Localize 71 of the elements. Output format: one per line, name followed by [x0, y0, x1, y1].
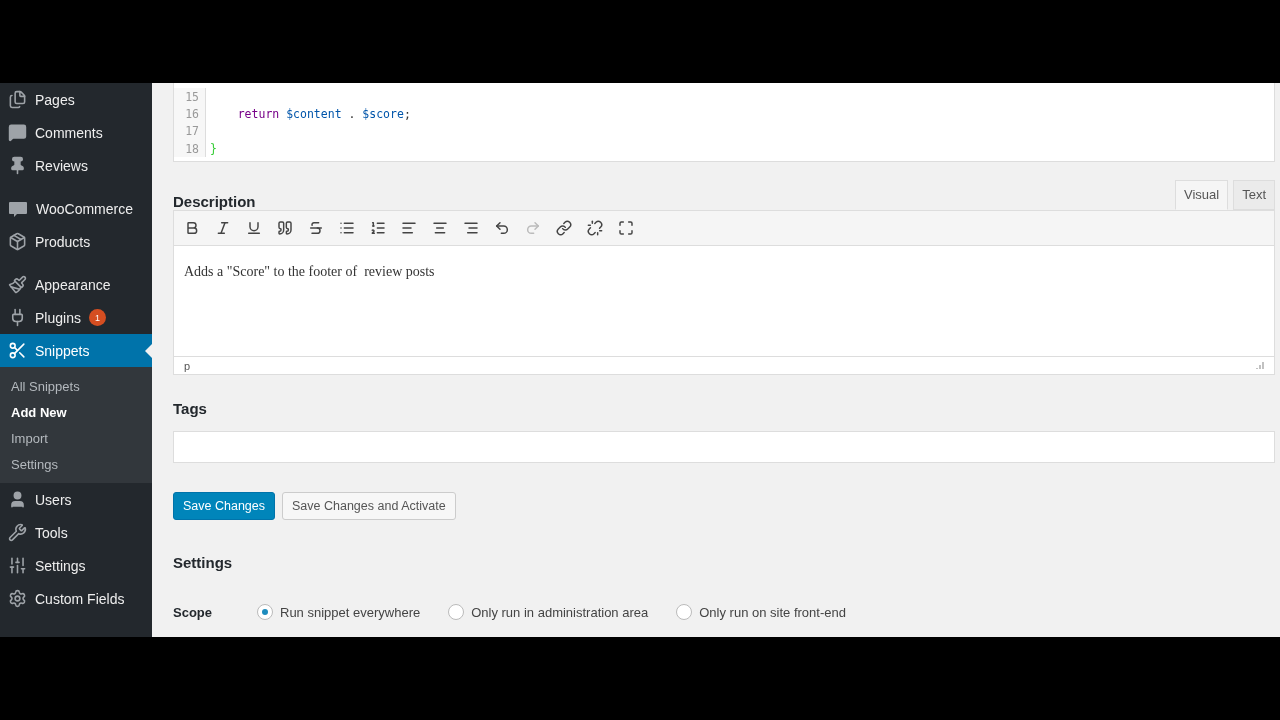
section-heading: Settings — [173, 554, 234, 572]
redo-icon — [524, 220, 541, 237]
box-icon — [8, 232, 27, 251]
sidebar-item[interactable]: Users — [0, 483, 152, 516]
sidebar-item[interactable]: Appearance — [0, 268, 152, 301]
sidebar-item[interactable]: Comments — [0, 116, 152, 149]
underline-icon — [245, 220, 262, 237]
sidebar-item-label: Plugins — [35, 309, 81, 326]
sidebar-item-label: Reviews — [35, 157, 88, 174]
strikethrough-icon — [307, 220, 324, 237]
radio-label: Only run in administration area — [471, 604, 649, 620]
numbered-list-icon — [369, 220, 386, 237]
tags-field[interactable] — [173, 431, 1275, 464]
sidebar-item-label: WooCommerce — [36, 200, 133, 217]
sidebar-item-label: Pages — [35, 91, 75, 108]
scissors-icon — [8, 341, 27, 360]
sidebar-item-label: Custom Fields — [35, 590, 125, 607]
radio-label: Only run on site front-end — [699, 604, 846, 620]
sidebar-item[interactable]: Products — [0, 225, 152, 258]
code-line: } — [209, 141, 217, 156]
unlink-icon — [586, 220, 603, 237]
gear-icon — [8, 589, 27, 608]
user-icon — [8, 490, 27, 509]
sidebar-item[interactable]: Snippets — [0, 334, 152, 367]
speech-bubble-icon — [8, 123, 27, 142]
submenu-item[interactable]: Import — [0, 425, 152, 451]
sidebar-item[interactable]: Tools — [0, 516, 152, 549]
sliders-icon — [8, 556, 27, 575]
submenu-item[interactable]: Settings — [0, 451, 152, 477]
editor-tab[interactable]: Text — [1233, 180, 1275, 211]
code-editor[interactable]: 15 16 return $content . $score; 17 18 } — [173, 83, 1275, 163]
paintbrush-icon — [8, 275, 27, 294]
sidebar-item[interactable]: Plugins 1 — [0, 301, 152, 334]
sidebar-item-label: Appearance — [35, 276, 111, 293]
submenu-item[interactable]: Add New — [0, 399, 152, 425]
sidebar-item[interactable]: Pages — [0, 83, 152, 116]
radio-button[interactable] — [676, 604, 693, 621]
submenu-item[interactable]: All Snippets — [0, 373, 152, 399]
pages-icon — [8, 90, 27, 109]
save-button[interactable]: Save Changes — [173, 492, 275, 521]
pin-icon — [8, 156, 27, 175]
count-badge: 1 — [88, 309, 106, 326]
radio-button[interactable] — [448, 604, 465, 621]
sidebar-item-label: Users — [35, 491, 72, 508]
description-text[interactable]: Adds a "Score" to the footer of review posts — [174, 246, 1274, 357]
field-label: Scope — [173, 604, 213, 620]
sidebar-item[interactable]: Settings — [0, 549, 152, 582]
sidebar-item-label: Snippets — [35, 342, 90, 359]
fullscreen-icon — [617, 220, 634, 237]
wrench-icon — [8, 523, 27, 542]
save-activate-button[interactable]: Save Changes and Activate — [282, 492, 456, 521]
sidebar-item-label: Settings — [35, 557, 86, 574]
sidebar-item[interactable]: WooCommerce — [0, 192, 152, 225]
radio-button[interactable] — [257, 604, 273, 621]
undo-icon — [493, 220, 510, 237]
section-heading: Description — [173, 193, 256, 211]
sidebar-item-label: Products — [35, 233, 91, 250]
sidebar-item[interactable]: Reviews — [0, 149, 152, 182]
line-number: 16 — [174, 105, 206, 123]
link-icon — [555, 220, 572, 237]
editor-tab[interactable]: Visual — [1174, 180, 1229, 211]
code-line: return $content . $score; — [236, 106, 411, 121]
line-number: 15 — [174, 88, 206, 106]
sidebar-item-label: Comments — [35, 124, 103, 141]
section-heading: Tags — [173, 400, 208, 418]
sidebar-item-label: Tools — [35, 524, 68, 541]
element-path: p — [184, 359, 191, 372]
resize-handle-icon[interactable] — [1255, 361, 1264, 371]
quote-icon — [276, 220, 293, 237]
radio-label: Run snippet everywhere — [280, 604, 421, 620]
sidebar-item[interactable]: Custom Fields — [0, 582, 152, 615]
